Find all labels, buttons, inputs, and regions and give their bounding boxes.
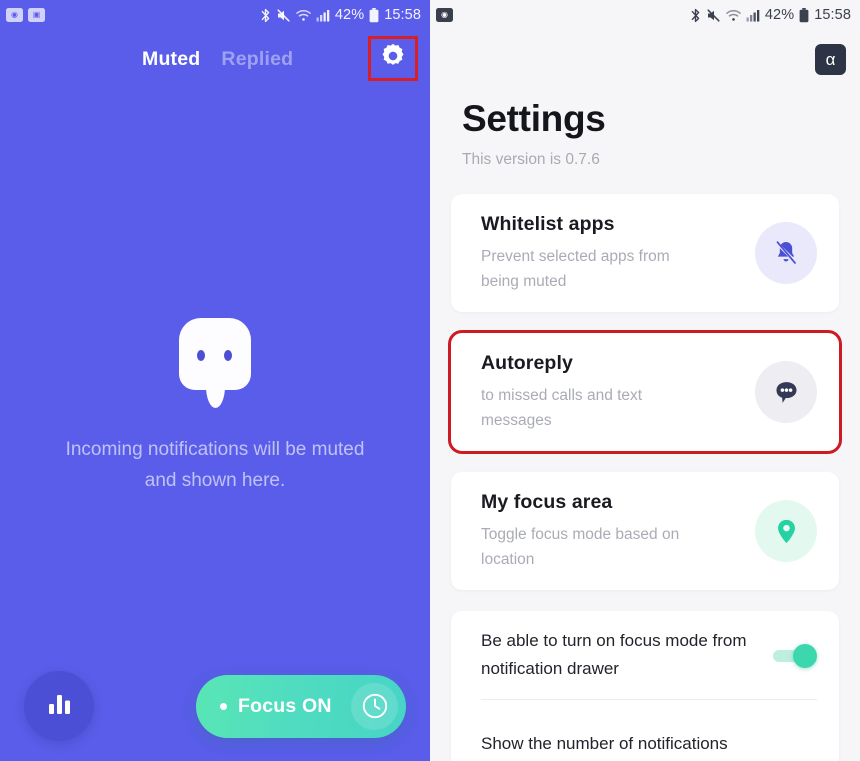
chat-bubble-icon: [755, 361, 817, 423]
battery-percentage: 42%: [334, 7, 365, 23]
switch-knob: [793, 643, 817, 668]
ghost-drip: [206, 360, 225, 408]
location-pin-icon: [755, 500, 817, 562]
clock-time: 15:58: [384, 7, 421, 23]
wifi-icon: [726, 9, 741, 22]
tab-bar: Muted Replied: [0, 30, 430, 88]
card-title: Whitelist apps: [481, 212, 615, 235]
status-bar-right: ◉ 42% 15:58: [430, 0, 860, 30]
toggle-label: Show the number of notifications: [481, 734, 728, 753]
tab-muted[interactable]: Muted: [142, 48, 200, 71]
card-subtitle: Prevent selected apps from being muted: [481, 247, 670, 290]
alpha-version-badge[interactable]: α: [815, 44, 846, 75]
ghost-eye-left: [197, 350, 205, 361]
image-icon: ▣: [28, 8, 45, 22]
card-text-block: Whitelist apps Prevent selected apps fro…: [481, 213, 745, 294]
bell-off-icon: [755, 222, 817, 284]
empty-state: Incoming notifications will be muted and…: [0, 318, 430, 496]
screenshot-icon: ◉: [436, 8, 453, 22]
settings-toggle-list: Be able to turn on focus mode from notif…: [451, 611, 839, 761]
clock-time: 15:58: [814, 7, 851, 23]
focus-state-dot: [220, 702, 227, 710]
ghost-icon: [179, 318, 251, 414]
battery-icon: [369, 7, 379, 23]
ghost-eye-right: [224, 350, 232, 361]
card-title: My focus area: [481, 490, 613, 513]
bluetooth-icon: [260, 8, 271, 23]
clock-icon[interactable]: [351, 682, 398, 730]
toggle-label: Be able to turn on focus mode from notif…: [481, 631, 747, 678]
version-label: This version is 0.7.6: [462, 151, 600, 168]
signal-icon: [746, 9, 760, 22]
bluetooth-icon: [690, 8, 701, 23]
battery-icon: [799, 7, 809, 23]
settings-button-highlight: [368, 36, 418, 81]
focus-button-label: Focus ON: [238, 694, 332, 717]
card-subtitle: to missed calls and text messages: [481, 386, 643, 429]
focus-toggle-button[interactable]: Focus ON: [196, 674, 406, 738]
settings-card-my-focus-area[interactable]: My focus area Toggle focus mode based on…: [451, 472, 839, 590]
card-subtitle: Toggle focus mode based on location: [481, 525, 680, 568]
dual-screenshot-comparison: ◉ ▣ 42% 15:58 Muted Replied Incoming not…: [0, 0, 860, 761]
bottom-action-bar: Focus ON: [0, 665, 430, 747]
status-bar-system-icons-right: 42% 15:58: [690, 7, 851, 23]
battery-percentage: 42%: [764, 7, 795, 23]
page-title: Settings: [462, 98, 606, 139]
toggle-switch-notification-drawer[interactable]: [773, 643, 817, 668]
settings-card-whitelist-apps[interactable]: Whitelist apps Prevent selected apps fro…: [451, 194, 839, 312]
stats-button[interactable]: [24, 671, 94, 741]
gear-icon[interactable]: [379, 42, 407, 75]
card-title: Autoreply: [481, 351, 573, 374]
settings-card-autoreply[interactable]: Autoreply to missed calls and text messa…: [448, 330, 842, 454]
signal-icon: [316, 9, 330, 22]
status-bar-notification-icons: ◉ ▣: [6, 8, 45, 22]
status-bar-system-icons: 42% 15:58: [260, 7, 421, 23]
bar-chart-icon: [46, 691, 73, 722]
muted-notifications-screen: ◉ ▣ 42% 15:58 Muted Replied Incoming not…: [0, 0, 430, 761]
status-bar-left: ◉ ▣ 42% 15:58: [0, 0, 430, 30]
settings-cards-list: Whitelist apps Prevent selected apps fro…: [430, 194, 860, 590]
wifi-icon: [296, 9, 311, 22]
tabs-group: Muted Replied: [142, 48, 293, 71]
status-bar-notification-icons-right: ◉: [436, 8, 453, 22]
card-text-block: My focus area Toggle focus mode based on…: [481, 491, 745, 572]
screenshot-icon: ◉: [6, 8, 23, 22]
toggle-row-show-number[interactable]: Show the number of notifications: [481, 700, 817, 761]
tab-replied[interactable]: Replied: [221, 48, 293, 71]
card-text-block: Autoreply to missed calls and text messa…: [481, 352, 745, 433]
settings-screen: ◉ 42% 15:58 α Settings This version is 0…: [430, 0, 860, 761]
toggle-row-notification-drawer[interactable]: Be able to turn on focus mode from notif…: [481, 611, 817, 699]
settings-header: Settings This version is 0.7.6: [430, 30, 860, 169]
mute-icon: [706, 8, 721, 23]
empty-state-message: Incoming notifications will be muted and…: [65, 439, 365, 491]
mute-icon: [276, 8, 291, 23]
